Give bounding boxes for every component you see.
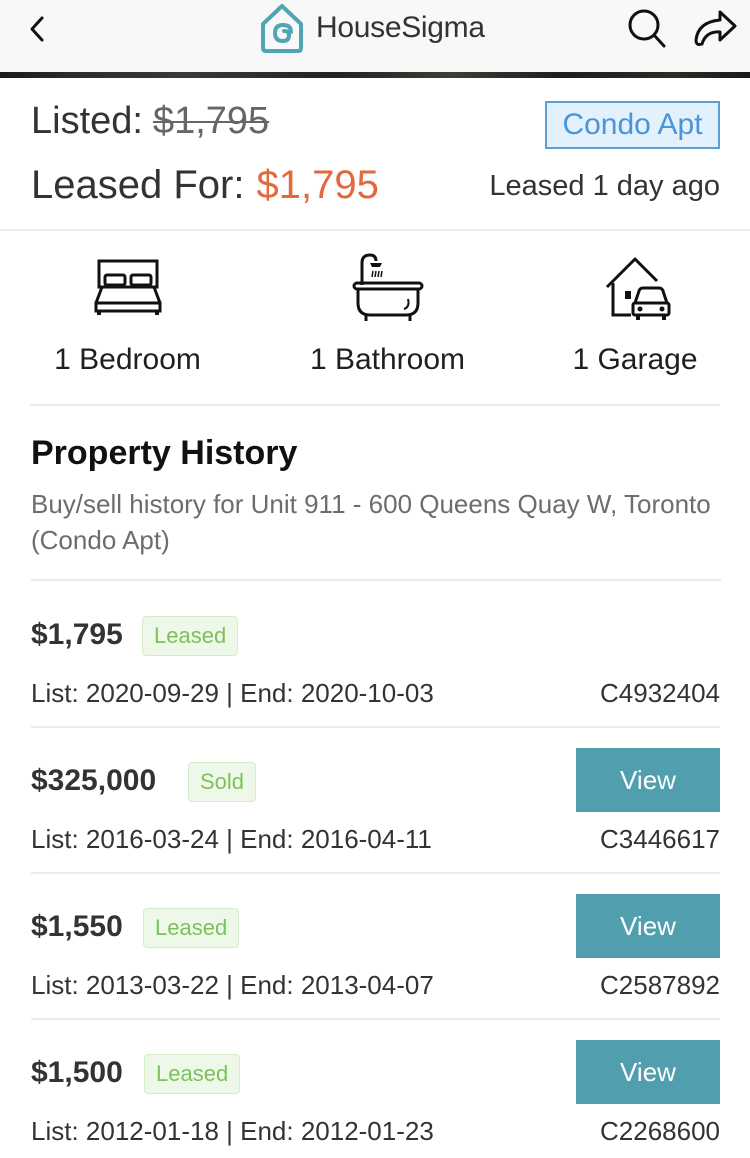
feature-bedroom: 1 Bedroom [50, 231, 205, 377]
view-button[interactable]: View [576, 748, 720, 812]
history-record: $1,795 Leased List: 2020-09-29 | End: 20… [31, 582, 720, 728]
status-badge: Leased [142, 616, 239, 656]
mls-number: C2587892 [600, 970, 720, 1000]
section-subtitle: Buy/sell history for Unit 911 - 600 Quee… [31, 489, 711, 555]
share-icon [694, 10, 737, 46]
brand: HouseSigma [258, 2, 485, 54]
listed-label: Listed: [31, 100, 143, 142]
mls-number: C4932404 [600, 678, 720, 708]
status-badge: Leased [143, 908, 240, 948]
history-record: $325,000 Sold View List: 2016-03-24 | En… [31, 728, 720, 874]
feature-label: 1 Garage [572, 343, 698, 376]
history-record: $1,550 Leased View List: 2013-03-22 | En… [31, 874, 720, 1020]
record-dates: List: 2016-03-24 | End: 2016-04-11 [31, 824, 432, 854]
record-price: $325,000 [31, 764, 157, 797]
share-button[interactable] [690, 6, 740, 50]
leased-ago-text: Leased 1 day ago [489, 170, 720, 202]
record-dates: List: 2020-09-29 | End: 2020-10-03 [31, 678, 434, 708]
property-history-section: Property History Buy/sell history for Un… [31, 406, 721, 581]
mls-number: C2268600 [600, 1116, 720, 1146]
record-price: $1,500 [31, 1056, 123, 1089]
housesigma-logo-icon [261, 4, 303, 53]
feature-bathroom: 1 Bathroom [300, 231, 475, 377]
bed-icon [94, 259, 161, 315]
chevron-left-icon [30, 16, 44, 42]
app-header: HouseSigma [0, 0, 750, 72]
view-button[interactable]: View [576, 894, 720, 958]
price-summary: Listed: $1,795 Leased For: $1,795 Condo … [0, 78, 750, 231]
mls-number: C3446617 [600, 824, 720, 854]
leased-label: Leased For: [31, 163, 245, 207]
search-icon [628, 9, 666, 48]
property-features: 1 Bedroom 1 Bathroom 1 Garage [30, 231, 720, 406]
search-button[interactable] [624, 6, 670, 50]
feature-label: 1 Bathroom [309, 343, 466, 376]
leased-row: Leased For: $1,795 [31, 163, 379, 208]
listed-row: Listed: $1,795 [31, 100, 269, 143]
listed-price: $1,795 [152, 100, 270, 142]
brand-name: HouseSigma [316, 11, 485, 44]
history-record: $1,500 Leased View List: 2012-01-18 | En… [31, 1020, 720, 1158]
record-price: $1,795 [31, 618, 123, 651]
feature-label: 1 Bedroom [54, 343, 201, 376]
garage-icon [605, 257, 671, 320]
property-type-badge: Condo Apt [545, 101, 720, 149]
record-dates: List: 2013-03-22 | End: 2013-04-07 [31, 970, 434, 1000]
status-badge: Sold [188, 762, 257, 802]
section-title: Property History [31, 434, 298, 472]
leased-price: $1,795 [256, 163, 379, 207]
record-price: $1,550 [31, 910, 123, 943]
status-badge: Leased [144, 1054, 241, 1094]
view-button[interactable]: View [576, 1040, 720, 1104]
back-button[interactable] [22, 12, 52, 46]
bathtub-icon [352, 253, 423, 321]
record-dates: List: 2012-01-18 | End: 2012-01-23 [31, 1116, 434, 1146]
feature-garage: 1 Garage [565, 231, 705, 377]
